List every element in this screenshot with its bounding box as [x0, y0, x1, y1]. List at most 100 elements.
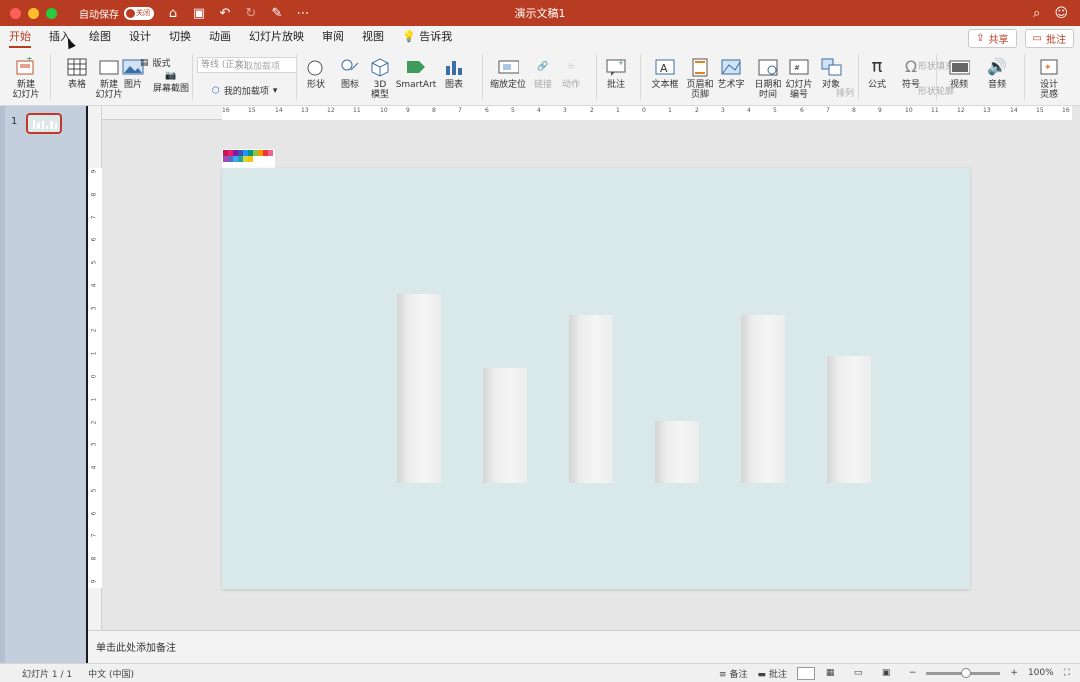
minimize-window-button[interactable] [28, 7, 39, 19]
tab-slideshow[interactable]: 幻灯片放映 [240, 26, 313, 50]
audio-button[interactable]: 🔊 音频 [980, 56, 1014, 91]
ruler-tick-label: 8 [90, 556, 98, 561]
reading-view-button[interactable]: ▭ [853, 667, 871, 680]
zoom-out-button[interactable]: − [909, 668, 917, 678]
slide-icon [98, 56, 120, 78]
slide-bar-5[interactable] [741, 315, 785, 483]
format-button[interactable]: ▤ 版式 [140, 56, 171, 70]
speaker-icon: 🔊 [987, 57, 1007, 76]
slide-sorter-button[interactable]: ▦ [825, 667, 843, 680]
zoom-slider[interactable] [926, 667, 1001, 678]
screenshot-button[interactable]: 📷 屏幕截图 [152, 70, 190, 94]
format-icon: ▤ [140, 57, 149, 68]
link-label: 链接 [533, 80, 552, 90]
shapes-button[interactable]: 形状 [302, 56, 330, 90]
account-icon[interactable]: ☺ [1054, 6, 1068, 21]
new-slide-button[interactable]: + 新建 幻灯片 [8, 56, 44, 100]
zoom-window-button[interactable] [46, 7, 57, 19]
link-button[interactable]: 🔗 链接 [530, 56, 556, 90]
comment-icon: ▭ [1032, 32, 1042, 44]
comments-button[interactable]: ▭ 批注 [1024, 28, 1074, 48]
edit-icon[interactable]: ✎ [270, 6, 284, 21]
tab-animations[interactable]: 动画 [200, 26, 240, 50]
design-ideas-button[interactable]: ✦ 设计 灵感 [1032, 56, 1066, 100]
equation-button[interactable]: π 公式 [862, 56, 892, 91]
home-icon[interactable]: ⌂ [166, 6, 180, 21]
save-icon[interactable]: ▣ [192, 6, 206, 21]
slideshow-view-button[interactable]: ▣ [881, 667, 899, 680]
header-footer-label: 页眉和 页脚 [686, 80, 714, 100]
zoom-button[interactable]: 缩放定位 [488, 56, 528, 90]
slide-number-label: 幻灯片 编号 [785, 80, 813, 100]
zoom-level[interactable]: 100% [1028, 668, 1054, 678]
action-button[interactable]: ☆ 动作 [558, 56, 584, 90]
video-button[interactable]: 视频 [942, 56, 976, 90]
slide-bar-2[interactable] [483, 368, 527, 483]
tab-draw[interactable]: 绘图 [80, 26, 120, 50]
notes-pane[interactable]: 单击此处添加备注 [88, 630, 1080, 663]
ruler-tick-label: 0 [90, 374, 98, 379]
slide-bar-6[interactable] [827, 356, 871, 483]
link-icon: 🔗 [537, 62, 549, 72]
smartart-label: SmartArt [395, 80, 437, 90]
icons-label: 图标 [340, 80, 359, 90]
normal-view-button[interactable] [796, 666, 815, 680]
ruler-tick-label: 14 [275, 107, 283, 114]
ruler-tick-label: 7 [826, 107, 830, 114]
table-button[interactable]: 表格 [62, 56, 92, 90]
slide-bar-1[interactable] [397, 294, 441, 483]
slide-number-button[interactable]: # 幻灯片 编号 [784, 56, 814, 100]
comment-insert-button[interactable]: + 批注 [602, 56, 630, 90]
get-addins-button[interactable]: 获取加载项 [235, 59, 280, 72]
zoom-in-button[interactable]: + [1010, 668, 1018, 678]
ruler-tick-label: 8 [432, 107, 436, 114]
ruler-tick-label: 11 [353, 107, 361, 114]
smartart-button[interactable]: SmartArt [396, 56, 436, 90]
ruler-tick-label: 10 [380, 107, 388, 114]
format-label: 版式 [152, 59, 171, 69]
icons-button[interactable]: 图标 [336, 56, 364, 90]
cube-icon [369, 56, 391, 78]
ruler-tick-label: 6 [485, 107, 489, 114]
textbox-button[interactable]: A 文本框 [648, 56, 682, 90]
notes-toggle-button[interactable]: ≡ 备注 [719, 667, 747, 680]
header-footer-button[interactable]: 页眉和 页脚 [684, 56, 716, 100]
datetime-button[interactable]: 日期和 时间 [752, 56, 784, 100]
slide-bar-4[interactable] [655, 421, 699, 483]
slide-canvas[interactable] [222, 168, 970, 589]
language-indicator[interactable]: 中文 (中国) [88, 667, 134, 680]
tab-home[interactable]: 开始 [0, 26, 40, 50]
search-icon[interactable]: ⌕ [1033, 6, 1040, 21]
slide-thumbnail[interactable] [26, 113, 62, 134]
ruler-tick-label: 6 [90, 237, 98, 242]
tab-tell-me[interactable]: 💡 告诉我 [393, 26, 461, 50]
datetime-label: 日期和 时间 [754, 80, 782, 100]
close-window-button[interactable] [10, 7, 21, 19]
comments-toggle-button[interactable]: ▬ 批注 [757, 667, 786, 680]
tab-view[interactable]: 视图 [353, 26, 393, 50]
tab-review[interactable]: 审阅 [313, 26, 353, 50]
wordart-label: 艺术字 [717, 80, 745, 90]
tab-transitions[interactable]: 切换 [160, 26, 200, 50]
tab-design[interactable]: 设计 [120, 26, 160, 50]
audio-label: 音频 [987, 80, 1006, 90]
share-button[interactable]: ⇪ 共享 [968, 28, 1017, 48]
ruler-tick-label: 15 [1036, 107, 1044, 114]
slide-bar-3[interactable] [569, 315, 613, 483]
comment-insert-icon: + [605, 56, 627, 78]
3d-model-button[interactable]: 3D 模型 [366, 56, 394, 100]
textbox-icon: A [654, 56, 676, 78]
zoom-slider-thumb[interactable] [961, 667, 972, 678]
more-icon[interactable]: ⋯ [296, 6, 310, 21]
object-button[interactable]: 对象 [816, 56, 846, 90]
autosave-toggle[interactable]: 关闭 [124, 6, 154, 20]
fit-to-window-icon[interactable]: ⛶ [1064, 668, 1070, 678]
chart-button[interactable]: 图表 [440, 56, 468, 90]
wordart-button[interactable]: 艺术字 [716, 56, 746, 90]
undo-icon[interactable]: ↶ [218, 6, 232, 21]
ruler-tick-label: 5 [90, 260, 98, 265]
redo-icon[interactable]: ↻ [244, 6, 258, 21]
my-addins-button[interactable]: ⬡ 我的加载项 ▾ [212, 84, 277, 98]
ruler-tick-label: 3 [90, 306, 98, 311]
tell-me-label: 告诉我 [419, 30, 453, 43]
